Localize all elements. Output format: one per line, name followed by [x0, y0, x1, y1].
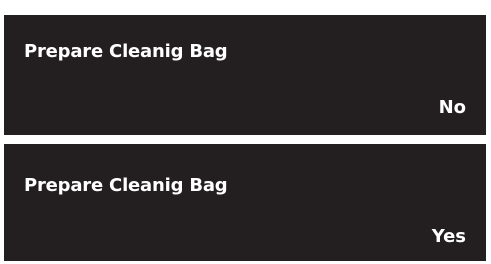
display-screen-no: Prepare Cleanig Bag No [4, 15, 486, 135]
screen-title: Prepare Cleanig Bag [24, 175, 228, 196]
display-screen-yes: Prepare Cleanig Bag Yes [4, 144, 486, 261]
screen-title: Prepare Cleanig Bag [24, 41, 228, 62]
option-value-yes[interactable]: Yes [432, 226, 466, 247]
option-value-no[interactable]: No [439, 97, 466, 118]
